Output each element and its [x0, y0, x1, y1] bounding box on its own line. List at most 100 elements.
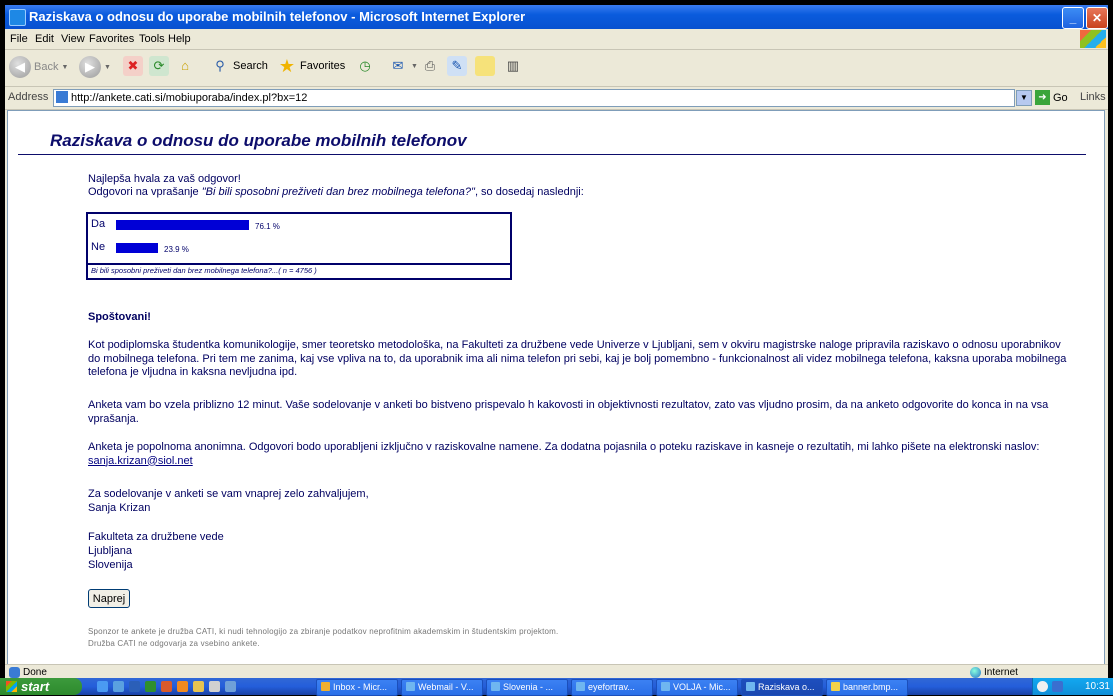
start-label: start [21, 679, 50, 694]
zone-text: Internet [984, 667, 1018, 678]
task-webmail[interactable]: Webmail - V... [401, 679, 483, 696]
page-title: Raziskava o odnosu do uporabe mobilnih t… [50, 131, 467, 150]
history-button[interactable]: ◷ [355, 56, 375, 76]
menu-view[interactable]: View [61, 33, 85, 45]
close-button[interactable]: ✕ [1086, 7, 1108, 29]
greeting: Spoštovani! [88, 311, 151, 323]
menu-help[interactable]: Help [168, 33, 191, 45]
globe-icon [970, 667, 981, 678]
title-divider [18, 154, 1086, 155]
mail-button[interactable]: ✉ ▼ [388, 56, 418, 76]
ie-quicklaunch-icon[interactable] [97, 681, 108, 692]
folder-quicklaunch-icon[interactable] [193, 681, 204, 692]
signature: Sanja Krizan [88, 502, 151, 514]
ie-icon [491, 682, 500, 691]
back-label: Back [34, 61, 59, 73]
chevron-down-icon: ▼ [411, 62, 418, 70]
desktop-quicklaunch-icon[interactable] [225, 681, 236, 692]
menu-file[interactable]: File [10, 33, 28, 45]
print-button[interactable]: ⎙ [420, 56, 440, 76]
address-dropdown-icon[interactable]: ▼ [1016, 90, 1032, 106]
system-tray: 10:31 [1032, 678, 1113, 695]
ie-quicklaunch-icon[interactable] [113, 681, 124, 692]
address-line-2: Ljubljana [88, 545, 133, 557]
task-banner[interactable]: banner.bmp... [826, 679, 908, 696]
task-label: Slovenia - ... [503, 682, 554, 692]
outlook-icon [321, 682, 330, 691]
minimize-button[interactable]: _ [1062, 7, 1084, 29]
back-arrow-icon: ◀ [9, 56, 31, 78]
window-title: Raziskava o odnosu do uporabe mobilnih t… [29, 9, 526, 24]
task-slovenia[interactable]: Slovenia - ... [486, 679, 568, 696]
refresh-button[interactable]: ⟳ [149, 56, 169, 76]
home-button[interactable]: ⌂ [175, 56, 195, 76]
powerpoint-quicklaunch-icon[interactable] [161, 681, 172, 692]
task-volja[interactable]: VOLJA - Mic... [656, 679, 738, 696]
forward-button[interactable]: ▶ ▼ [79, 56, 111, 78]
address-bar: Address http://ankete.cati.si/mobiuporab… [5, 87, 1108, 110]
search-button[interactable]: ⚲ Search [210, 56, 268, 76]
go-arrow-icon: ➜ [1035, 90, 1050, 105]
thanks-text: Najlepša hvala za vaš odgovor! [88, 173, 241, 185]
menu-bar: File Edit View Favorites Tools Help [5, 29, 1108, 50]
menu-edit[interactable]: Edit [35, 33, 54, 45]
star-icon: ★ [278, 56, 296, 76]
status-text: Done [23, 667, 47, 678]
discuss-button[interactable] [475, 56, 495, 76]
tray-arrow-icon[interactable] [1037, 681, 1048, 692]
windows-logo-icon [1080, 30, 1106, 48]
outlook-quicklaunch-icon[interactable] [177, 681, 188, 692]
page-content: Raziskava o odnosu do uporabe mobilnih t… [7, 110, 1105, 665]
poll-results: Da 76.1 % Ne 23.9 % Bi bili sposobni pre… [86, 212, 512, 280]
ie-icon [661, 682, 670, 691]
address-line-1: Fakulteta za družbene vede [88, 531, 224, 543]
research-icon: ▥ [506, 58, 520, 73]
task-label: banner.bmp... [843, 682, 899, 692]
go-button[interactable]: ➜ Go [1035, 90, 1068, 105]
answers-suffix: , so dosedaj naslednji: [474, 186, 584, 198]
page-icon [56, 91, 68, 103]
back-button[interactable]: ◀ Back ▼ [9, 56, 68, 78]
poll-bar [116, 243, 158, 253]
ie-window: Raziskava o odnosu do uporabe mobilnih t… [5, 5, 1108, 691]
title-bar[interactable]: Raziskava o odnosu do uporabe mobilnih t… [5, 5, 1108, 29]
answers-intro: Odgovori na vprašanje "Bi bili sposobni … [88, 186, 584, 198]
sponsor-note: Sponzor te ankete je družba CATI, ki nud… [88, 626, 558, 650]
menu-tools[interactable]: Tools [139, 33, 165, 45]
taskbar: start Inbox - Micr... Webmail - V... Slo… [0, 678, 1113, 696]
next-button[interactable]: Naprej [88, 589, 130, 608]
edit-button[interactable]: ✎ [447, 56, 467, 76]
stop-icon: ✖ [123, 56, 143, 76]
task-label: eyefortrav... [588, 682, 635, 692]
menu-favorites[interactable]: Favorites [89, 33, 134, 45]
notepad-quicklaunch-icon[interactable] [209, 681, 220, 692]
excel-quicklaunch-icon[interactable] [145, 681, 156, 692]
task-inbox[interactable]: Inbox - Micr... [316, 679, 398, 696]
word-quicklaunch-icon[interactable] [129, 681, 140, 692]
closing-line: Za sodelovanje v anketi se vam vnaprej z… [88, 488, 369, 500]
home-icon: ⌂ [181, 58, 189, 73]
tray-network-icon[interactable] [1052, 681, 1063, 692]
task-eyefortravel[interactable]: eyefortrav... [571, 679, 653, 696]
anonymity-paragraph: Anketa je popolnoma anonimna. Odgovori b… [88, 441, 1073, 468]
anonymity-text: Anketa je popolnoma anonimna. Odgovori b… [88, 441, 1040, 453]
task-label: Raziskava o... [758, 682, 815, 692]
task-raziskava[interactable]: Raziskava o... [741, 679, 823, 696]
poll-label: Da [91, 218, 106, 230]
stop-button[interactable]: ✖ [123, 56, 143, 76]
mail-icon: ✉ [392, 58, 404, 73]
links-button[interactable]: Links [1080, 91, 1106, 103]
email-link[interactable]: sanja.krizan@siol.net [88, 455, 193, 467]
start-button[interactable]: start [0, 678, 82, 695]
messenger-button[interactable]: ▥ [503, 56, 523, 76]
address-input[interactable]: http://ankete.cati.si/mobiuporaba/index.… [53, 89, 1015, 107]
sponsor-line-2: Družba CATI ne odgovarja za vsebino anke… [88, 639, 260, 648]
poll-label: Ne [91, 241, 106, 253]
ie-icon [406, 682, 415, 691]
poll-divider [88, 263, 510, 265]
clock: 10:31 [1084, 681, 1110, 692]
favorites-label: Favorites [300, 60, 346, 72]
task-label: Webmail - V... [418, 682, 474, 692]
ie-icon [746, 682, 755, 691]
favorites-button[interactable]: ★ Favorites [277, 56, 345, 76]
